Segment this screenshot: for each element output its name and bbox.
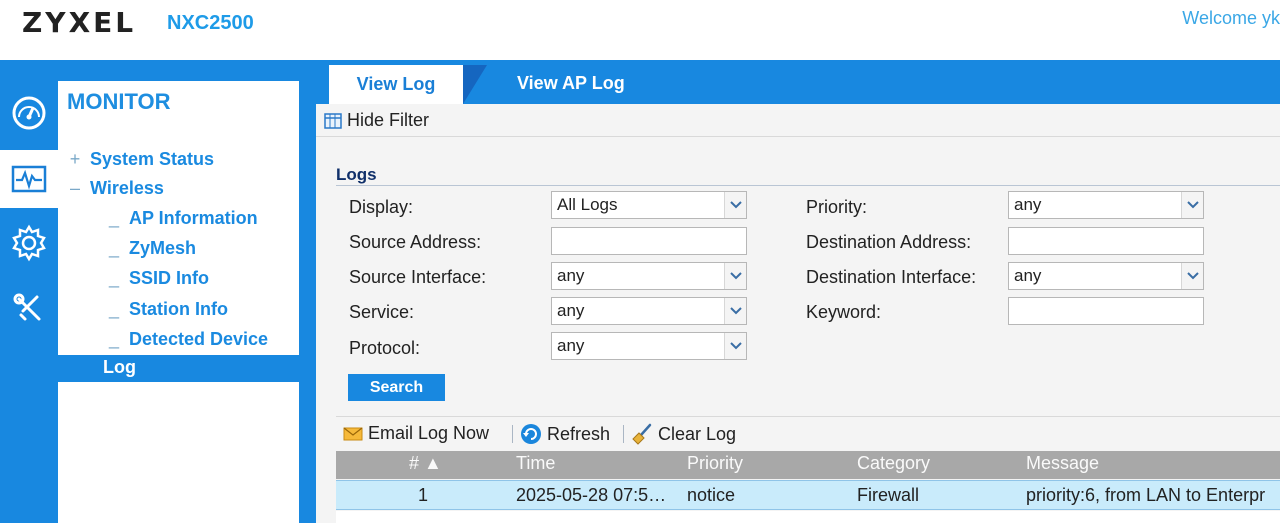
nav-item-system-status[interactable]: + System Status xyxy=(68,149,214,170)
divider xyxy=(623,425,624,443)
nav-item-log[interactable]: Log xyxy=(58,355,299,382)
nav-item-label: Wireless xyxy=(90,178,164,198)
chevron-down-icon xyxy=(1181,192,1203,218)
logs-section-title: Logs xyxy=(336,165,377,184)
column-header-time[interactable]: Time xyxy=(516,453,555,474)
service-select[interactable]: any xyxy=(551,297,747,325)
gear-icon xyxy=(12,224,46,262)
chevron-down-icon xyxy=(724,333,746,359)
device-model: NXC2500 xyxy=(167,12,254,34)
source-address-input[interactable] xyxy=(551,227,747,255)
nav-item-station-info[interactable]: _ Station Info xyxy=(107,299,228,320)
destination-address-label: Destination Address: xyxy=(806,232,972,252)
hide-filter-button[interactable]: Hide Filter xyxy=(324,110,429,131)
clear-log-button[interactable]: Clear Log xyxy=(631,423,736,445)
priority-select[interactable]: any xyxy=(1008,191,1204,219)
email-log-now-label: Email Log Now xyxy=(368,423,490,443)
nav-item-label: SSID Info xyxy=(129,268,209,288)
column-header-message[interactable]: Message xyxy=(1026,453,1099,474)
source-interface-value: any xyxy=(557,266,585,285)
email-log-now-button[interactable]: Email Log Now xyxy=(343,423,489,444)
expand-icon: + xyxy=(69,149,81,169)
priority-value: any xyxy=(1014,195,1042,214)
nav-item-label: Detected Device xyxy=(129,329,269,349)
destination-address-input[interactable] xyxy=(1008,227,1204,255)
brand-logo: ZYXEL xyxy=(22,6,137,39)
destination-interface-select[interactable]: any xyxy=(1008,262,1204,290)
leaf-icon: _ xyxy=(108,268,119,288)
nav-item-label: ZyMesh xyxy=(129,238,197,258)
column-header-category[interactable]: Category xyxy=(857,453,930,474)
chevron-down-icon xyxy=(724,263,746,289)
protocol-select[interactable]: any xyxy=(551,332,747,360)
row-time: 2025-05-28 07:5… xyxy=(516,485,667,505)
nav-title: MONITOR xyxy=(67,89,171,114)
nav-item-ap-information[interactable]: _ AP Information xyxy=(107,208,258,229)
broom-icon xyxy=(632,423,652,445)
divider xyxy=(336,185,1280,186)
nav-item-zymesh[interactable]: _ ZyMesh xyxy=(107,238,196,259)
chevron-down-icon xyxy=(1181,263,1203,289)
display-label: Display: xyxy=(349,197,414,217)
leaf-icon: _ xyxy=(108,208,119,228)
table-icon xyxy=(324,112,342,129)
envelope-icon xyxy=(343,427,363,440)
dashboard-button[interactable] xyxy=(2,82,56,140)
chevron-down-icon xyxy=(724,298,746,324)
search-button[interactable]: Search xyxy=(348,374,445,401)
speedometer-icon xyxy=(12,96,46,130)
protocol-label: Protocol: xyxy=(349,338,421,358)
source-interface-select[interactable]: any xyxy=(551,262,747,290)
leaf-icon: _ xyxy=(108,299,119,319)
welcome-text[interactable]: Welcome yk xyxy=(1182,8,1280,29)
protocol-value: any xyxy=(557,336,585,355)
source-address-label: Source Address: xyxy=(349,232,482,252)
monitor-button[interactable] xyxy=(0,150,58,208)
keyword-label: Keyword: xyxy=(806,302,882,322)
nav-item-label: Station Info xyxy=(129,299,228,319)
column-header-number[interactable]: # ▲ xyxy=(409,453,442,474)
log-table-header xyxy=(336,451,1280,479)
refresh-label: Refresh xyxy=(547,423,611,444)
row-message: priority:6, from LAN to Enterpr xyxy=(1026,485,1266,505)
nav-item-label: Log xyxy=(103,357,136,377)
source-interface-label: Source Interface: xyxy=(349,267,487,287)
tools-icon xyxy=(13,293,41,321)
hide-filter-label: Hide Filter xyxy=(347,110,430,130)
maintenance-button[interactable] xyxy=(2,280,56,338)
keyword-input[interactable] xyxy=(1008,297,1204,325)
tab-notch xyxy=(463,65,487,104)
nav-item-label: AP Information xyxy=(129,208,258,228)
clear-log-label: Clear Log xyxy=(658,423,737,444)
column-header-priority[interactable]: Priority xyxy=(687,453,743,474)
tab-view-log[interactable]: View Log xyxy=(329,65,463,104)
row-number: 1 xyxy=(418,485,429,505)
display-value: All Logs xyxy=(557,195,618,214)
nav-item-label: System Status xyxy=(90,149,215,169)
service-label: Service: xyxy=(349,302,415,322)
destination-interface-value: any xyxy=(1014,266,1042,285)
divider xyxy=(316,136,1280,137)
priority-label: Priority: xyxy=(806,197,868,217)
nav-item-detected-device[interactable]: _ Detected Device xyxy=(107,329,268,350)
leaf-icon: _ xyxy=(108,238,119,258)
divider xyxy=(512,425,513,443)
refresh-icon xyxy=(521,424,541,444)
row-priority: notice xyxy=(687,485,736,505)
service-value: any xyxy=(557,301,585,320)
nav-item-wireless[interactable]: – Wireless xyxy=(68,178,164,199)
row-category: Firewall xyxy=(857,485,920,505)
nav-item-ssid-info[interactable]: _ SSID Info xyxy=(107,268,209,289)
destination-interface-label: Destination Interface: xyxy=(806,267,977,287)
chevron-down-icon xyxy=(724,192,746,218)
pulse-monitor-icon xyxy=(11,165,47,193)
configuration-button[interactable] xyxy=(2,214,56,272)
table-row[interactable] xyxy=(336,511,1280,523)
leaf-icon: _ xyxy=(108,329,119,349)
refresh-button[interactable]: Refresh xyxy=(520,423,610,445)
display-select[interactable]: All Logs xyxy=(551,191,747,219)
collapse-icon: – xyxy=(69,178,80,198)
tab-view-ap-log[interactable]: View AP Log xyxy=(517,73,625,94)
